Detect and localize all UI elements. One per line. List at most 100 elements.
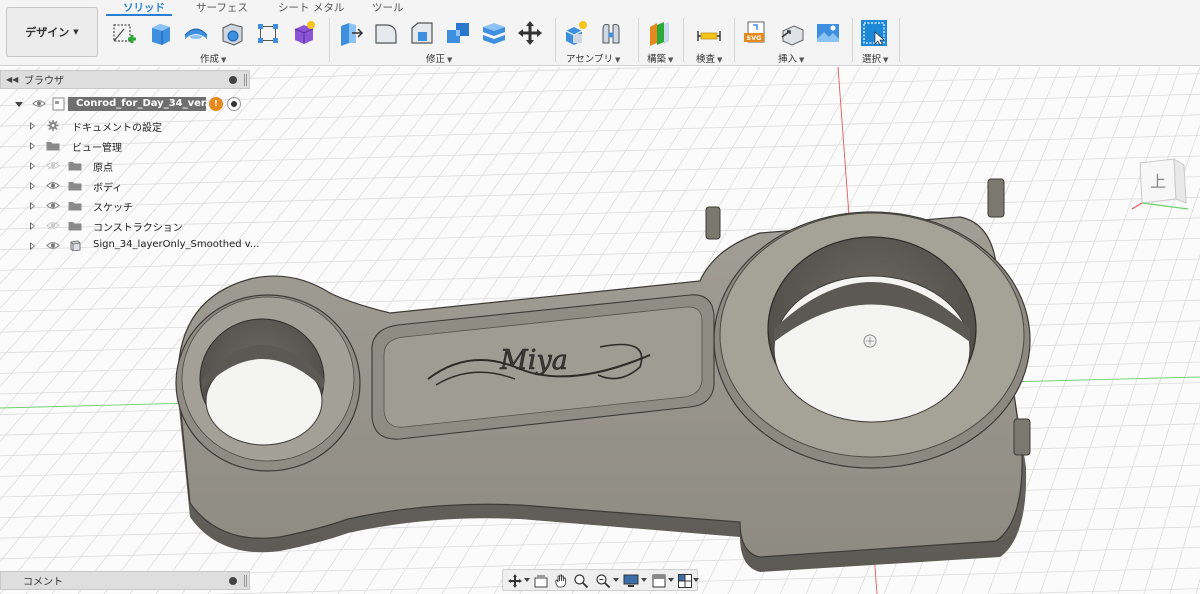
hidden-eye-icon[interactable] xyxy=(46,161,60,170)
viewcube-face-label: 上 xyxy=(1150,172,1166,191)
workspace-switcher-button[interactable]: デザイン ▼ xyxy=(6,7,98,57)
tab-surface[interactable]: サーフェス xyxy=(196,0,248,15)
expand-toggle-icon[interactable] xyxy=(30,162,35,170)
chevron-down-icon[interactable] xyxy=(668,578,674,582)
group-inspect-label[interactable]: 検査 ▼ xyxy=(696,51,722,65)
display-settings-icon[interactable] xyxy=(623,573,639,589)
group-construct-text: 構築 xyxy=(647,54,667,65)
folder-icon xyxy=(68,162,82,171)
extrude-icon[interactable] xyxy=(146,19,174,47)
tree-item-label: ボディ xyxy=(93,183,123,194)
measure-icon[interactable] xyxy=(695,19,723,47)
tree-item-label: スケッチ xyxy=(93,203,133,214)
move-copy-icon[interactable] xyxy=(516,19,544,47)
group-select-label[interactable]: 選択 ▼ xyxy=(862,51,888,65)
pin-icon[interactable] xyxy=(229,577,237,585)
group-assemble-label[interactable]: アセンブリ ▼ xyxy=(566,51,620,65)
browser-title: ブラウザ xyxy=(24,76,64,87)
group-select-text: 選択 xyxy=(862,54,882,65)
tab-tools[interactable]: ツール xyxy=(372,0,404,15)
chevron-down-icon[interactable] xyxy=(693,578,699,582)
create-form-icon[interactable] xyxy=(290,19,318,47)
expand-toggle-icon[interactable] xyxy=(30,202,35,210)
visibility-eye-icon[interactable] xyxy=(32,99,46,108)
expand-toggle-icon[interactable] xyxy=(30,242,35,250)
browser-tree-item[interactable]: 原点 xyxy=(0,156,250,176)
expand-toggle-icon[interactable] xyxy=(30,182,35,190)
chamfer-icon[interactable] xyxy=(408,19,436,47)
chevron-down-icon[interactable] xyxy=(641,578,647,582)
viewports-icon[interactable] xyxy=(677,573,693,589)
browser-tree-item[interactable]: スケッチ xyxy=(0,196,250,216)
browser-root-item[interactable]: Conrod_for_Day_34_ver... ! xyxy=(0,94,250,114)
toolbar-divider xyxy=(638,18,639,62)
group-assemble-text: アセンブリ xyxy=(566,54,614,65)
expand-toggle-icon[interactable] xyxy=(30,122,35,130)
navigation-bar xyxy=(502,569,699,591)
attached-canvas-icon[interactable] xyxy=(814,19,842,47)
tree-item-label: Sign_34_layerOnly_Smoothed v... xyxy=(93,239,260,250)
browser-tree-item[interactable]: Sign_34_layerOnly_Smoothed v... xyxy=(0,236,259,256)
warning-badge-icon[interactable]: ! xyxy=(209,97,223,111)
insert-mesh-icon[interactable] xyxy=(778,19,806,47)
group-create-text: 作成 xyxy=(200,54,220,65)
expand-toggle-icon[interactable] xyxy=(30,142,35,150)
browser-tree-item[interactable]: コンストラクション xyxy=(0,216,250,236)
expand-toggle-icon[interactable] xyxy=(15,102,23,107)
expand-toggle-icon[interactable] xyxy=(30,222,35,230)
toolbar-divider xyxy=(852,18,853,62)
viewcube[interactable]: 上 xyxy=(1130,153,1190,213)
tab-sheet-metal[interactable]: シート メタル xyxy=(278,0,344,15)
browser-tree-item[interactable]: ビュー管理 xyxy=(0,136,250,156)
pin-icon[interactable] xyxy=(229,76,237,84)
chevron-down-icon: ▼ xyxy=(447,56,453,64)
joint-icon[interactable] xyxy=(598,19,626,47)
orbit-icon[interactable] xyxy=(507,573,523,589)
group-construct-label[interactable]: 構築 ▼ xyxy=(647,51,673,65)
group-insert-label[interactable]: 挿入 ▼ xyxy=(778,51,804,65)
group-create-label[interactable]: 作成 ▼ xyxy=(200,51,226,65)
offset-plane-icon[interactable] xyxy=(645,19,673,47)
fit-zoom-icon[interactable] xyxy=(595,573,611,589)
tree-item-label: ドキュメントの設定 xyxy=(72,123,162,134)
tab-solid[interactable]: ソリッド xyxy=(123,0,165,15)
group-modify-label[interactable]: 修正 ▼ xyxy=(426,51,452,65)
press-pull-icon[interactable] xyxy=(336,19,364,47)
zoom-icon[interactable] xyxy=(573,573,589,589)
select-icon[interactable] xyxy=(860,19,888,47)
fillet-icon[interactable] xyxy=(372,19,400,47)
new-component-icon[interactable] xyxy=(562,19,590,47)
insert-svg-icon[interactable]: SVG xyxy=(742,19,770,47)
toolbar-divider xyxy=(329,18,330,62)
component-icon xyxy=(70,240,81,251)
resize-grip-icon[interactable] xyxy=(244,575,247,587)
group-insert-text: 挿入 xyxy=(778,54,798,65)
combine-icon[interactable] xyxy=(444,19,472,47)
activate-radio[interactable] xyxy=(227,97,241,111)
resize-grip-icon[interactable] xyxy=(244,74,247,86)
grid-snap-icon[interactable] xyxy=(651,573,667,589)
create-sketch-icon[interactable] xyxy=(110,19,138,47)
hidden-eye-icon[interactable] xyxy=(46,221,60,230)
shell-icon[interactable] xyxy=(218,19,246,47)
collapse-icon[interactable]: ◀◀ xyxy=(6,75,18,84)
visibility-eye-icon[interactable] xyxy=(46,241,60,250)
split-body-icon[interactable] xyxy=(480,19,508,47)
browser-panel: ◀◀ ブラウザ Conrod_for_Day_34_ver... ! ドキュメン… xyxy=(0,68,259,256)
browser-tree-item[interactable]: ボディ xyxy=(0,176,250,196)
comments-panel[interactable]: コメント xyxy=(0,571,250,590)
rectangular-pattern-icon[interactable] xyxy=(254,19,282,47)
browser-tree-item[interactable]: ドキュメントの設定 xyxy=(0,116,250,136)
chevron-down-icon: ▼ xyxy=(221,56,227,64)
active-tab-indicator xyxy=(106,14,172,16)
toolbar: デザイン ▼ ソリッド サーフェス シート メタル ツール 作成 ▼ 修正 ▼ … xyxy=(0,0,1200,66)
visibility-eye-icon[interactable] xyxy=(46,181,60,190)
pan-hand-icon[interactable] xyxy=(553,573,569,589)
chevron-down-icon[interactable] xyxy=(613,578,619,582)
toolbar-divider xyxy=(734,18,735,62)
visibility-eye-icon[interactable] xyxy=(46,201,60,210)
chevron-down-icon[interactable] xyxy=(524,578,530,582)
look-at-icon[interactable] xyxy=(533,573,549,589)
browser-header[interactable]: ◀◀ ブラウザ xyxy=(0,70,250,89)
revolve-icon[interactable] xyxy=(182,19,210,47)
